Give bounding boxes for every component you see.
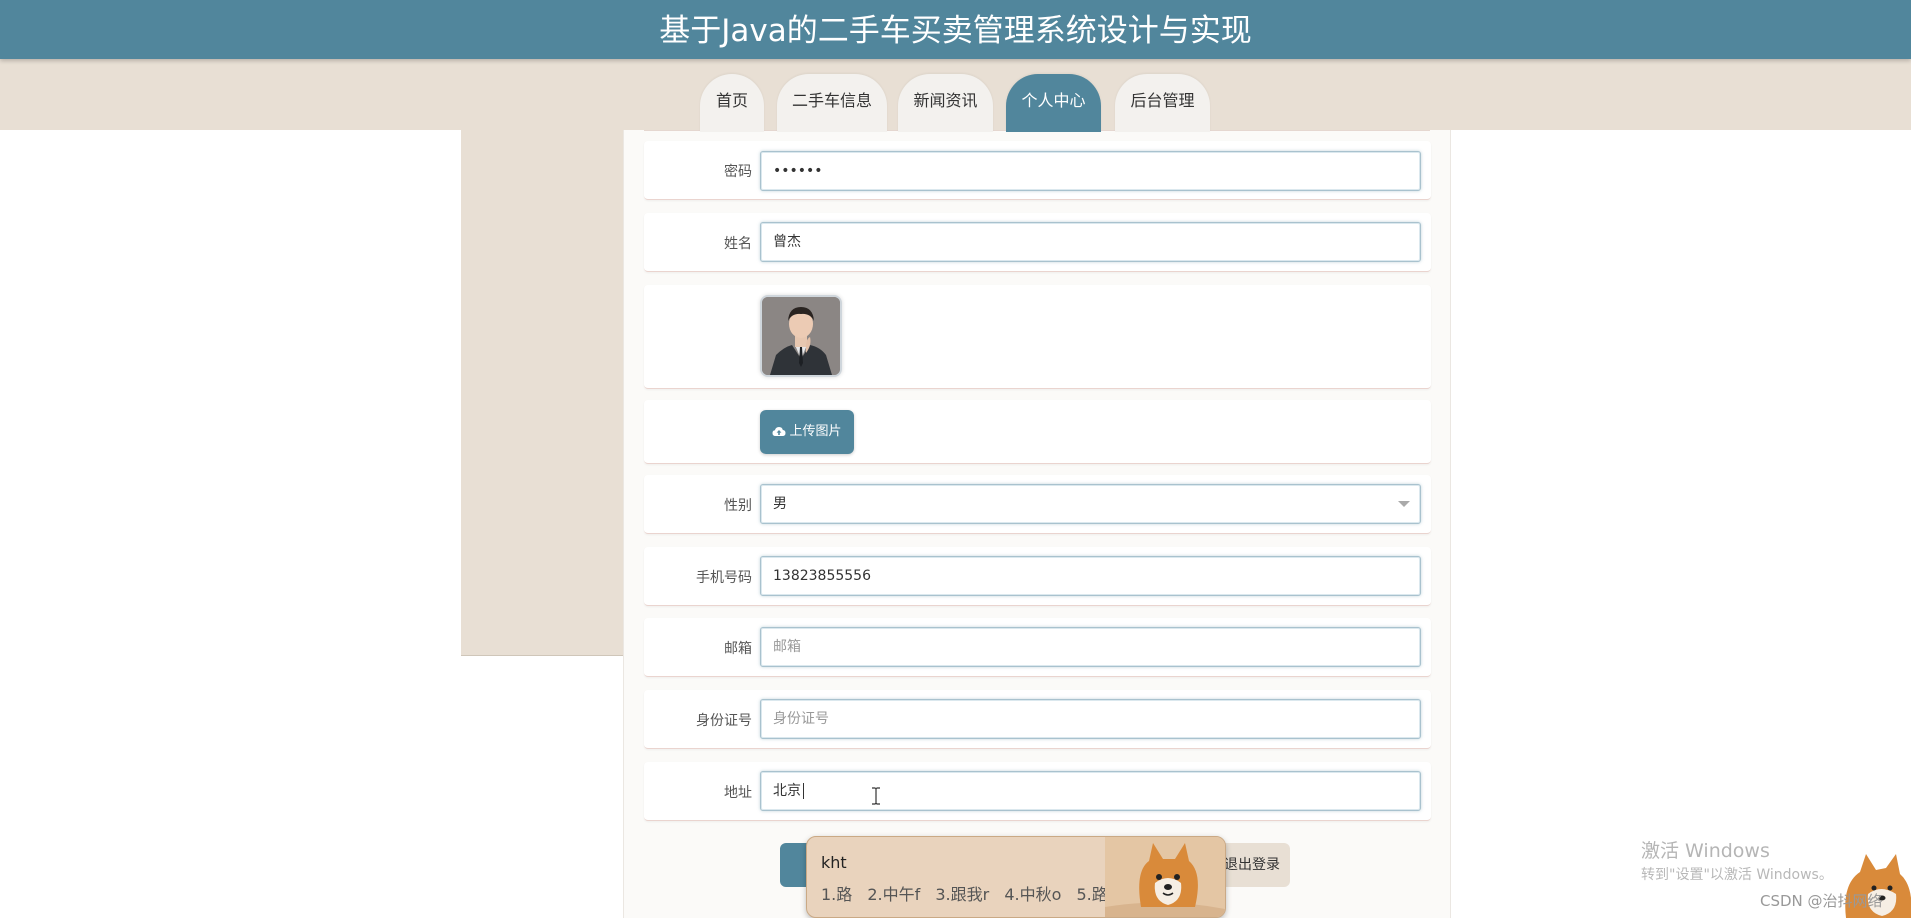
name-field[interactable]: 曾杰 bbox=[760, 222, 1421, 262]
email-field[interactable]: 邮箱 bbox=[760, 627, 1421, 667]
address-row: 地址 北京 bbox=[644, 762, 1431, 821]
name-label: 姓名 bbox=[724, 236, 752, 252]
password-row: 密码 •••••• bbox=[644, 141, 1431, 200]
id-card-label: 身份证号 bbox=[696, 713, 752, 729]
ime-composition: kht bbox=[821, 853, 847, 872]
password-label: 密码 bbox=[724, 164, 752, 180]
id-card-row: 身份证号 身份证号 bbox=[644, 690, 1431, 749]
ime-candidate[interactable]: 4.中秋o bbox=[1004, 885, 1061, 904]
phone-row: 手机号码 13823855556 bbox=[644, 547, 1431, 606]
side-panel bbox=[461, 130, 625, 656]
upload-button-label: 上传图片 bbox=[789, 424, 842, 439]
text-caret bbox=[803, 783, 809, 799]
email-label: 邮箱 bbox=[724, 641, 752, 657]
id-card-field[interactable]: 身份证号 bbox=[760, 699, 1421, 739]
email-row: 邮箱 邮箱 bbox=[644, 618, 1431, 677]
gender-row: 性别 男 bbox=[644, 475, 1431, 534]
address-label: 地址 bbox=[724, 785, 752, 801]
page: 基于Java的二手车买卖管理系统设计与实现 首页 二手车信息 新闻资讯 个人中心… bbox=[0, 0, 1911, 918]
chevron-down-icon bbox=[1398, 501, 1410, 507]
upload-image-button[interactable]: 上传图片 bbox=[760, 410, 854, 454]
activate-windows-hint: 转到"设置"以激活 Windows。 bbox=[1641, 867, 1833, 883]
gender-select[interactable]: 男 bbox=[760, 484, 1421, 524]
phone-label: 手机号码 bbox=[696, 570, 752, 586]
ime-candidate[interactable]: 2.中午f bbox=[867, 885, 920, 904]
page-title: 基于Java的二手车买卖管理系统设计与实现 bbox=[659, 13, 1252, 49]
tab-home[interactable]: 首页 bbox=[700, 74, 764, 132]
tab-used-cars[interactable]: 二手车信息 bbox=[777, 74, 887, 132]
upload-row: 上传图片 bbox=[644, 400, 1431, 464]
ime-candidate[interactable]: 1.路 bbox=[821, 885, 852, 904]
header-bar: 基于Java的二手车买卖管理系统设计与实现 bbox=[0, 0, 1911, 59]
phone-field[interactable]: 13823855556 bbox=[760, 556, 1421, 596]
text-cursor-icon bbox=[872, 787, 880, 805]
ime-candidate[interactable]: 3.跟我r bbox=[935, 885, 989, 904]
tab-admin[interactable]: 后台管理 bbox=[1115, 74, 1210, 132]
activate-windows-title: 激活 Windows bbox=[1641, 840, 1770, 862]
profile-form-panel: 密码 •••••• 姓名 曾杰 上传图片 性别 男 手机号码 138238555… bbox=[623, 128, 1451, 918]
address-field[interactable]: 北京 bbox=[760, 771, 1421, 811]
name-row: 姓名 曾杰 bbox=[644, 213, 1431, 272]
avatar-row bbox=[644, 285, 1431, 389]
ime-candidates: 1.路 2.中午f 3.跟我r 4.中秋o 5.路径c bbox=[821, 881, 1143, 905]
csdn-watermark: CSDN @治抖网络 bbox=[1760, 892, 1883, 910]
avatar bbox=[760, 295, 842, 377]
gender-label: 性别 bbox=[724, 498, 752, 514]
shiba-mascot-icon bbox=[1105, 837, 1225, 917]
address-value: 北京 bbox=[773, 783, 801, 799]
tab-news[interactable]: 新闻资讯 bbox=[898, 74, 993, 132]
tab-personal-center[interactable]: 个人中心 bbox=[1006, 74, 1101, 132]
ime-candidate-window[interactable]: kht 1.路 2.中午f 3.跟我r 4.中秋o 5.路径c bbox=[806, 836, 1226, 918]
gender-value: 男 bbox=[773, 496, 787, 512]
password-field[interactable]: •••••• bbox=[760, 151, 1421, 191]
cloud-upload-icon bbox=[772, 427, 786, 436]
